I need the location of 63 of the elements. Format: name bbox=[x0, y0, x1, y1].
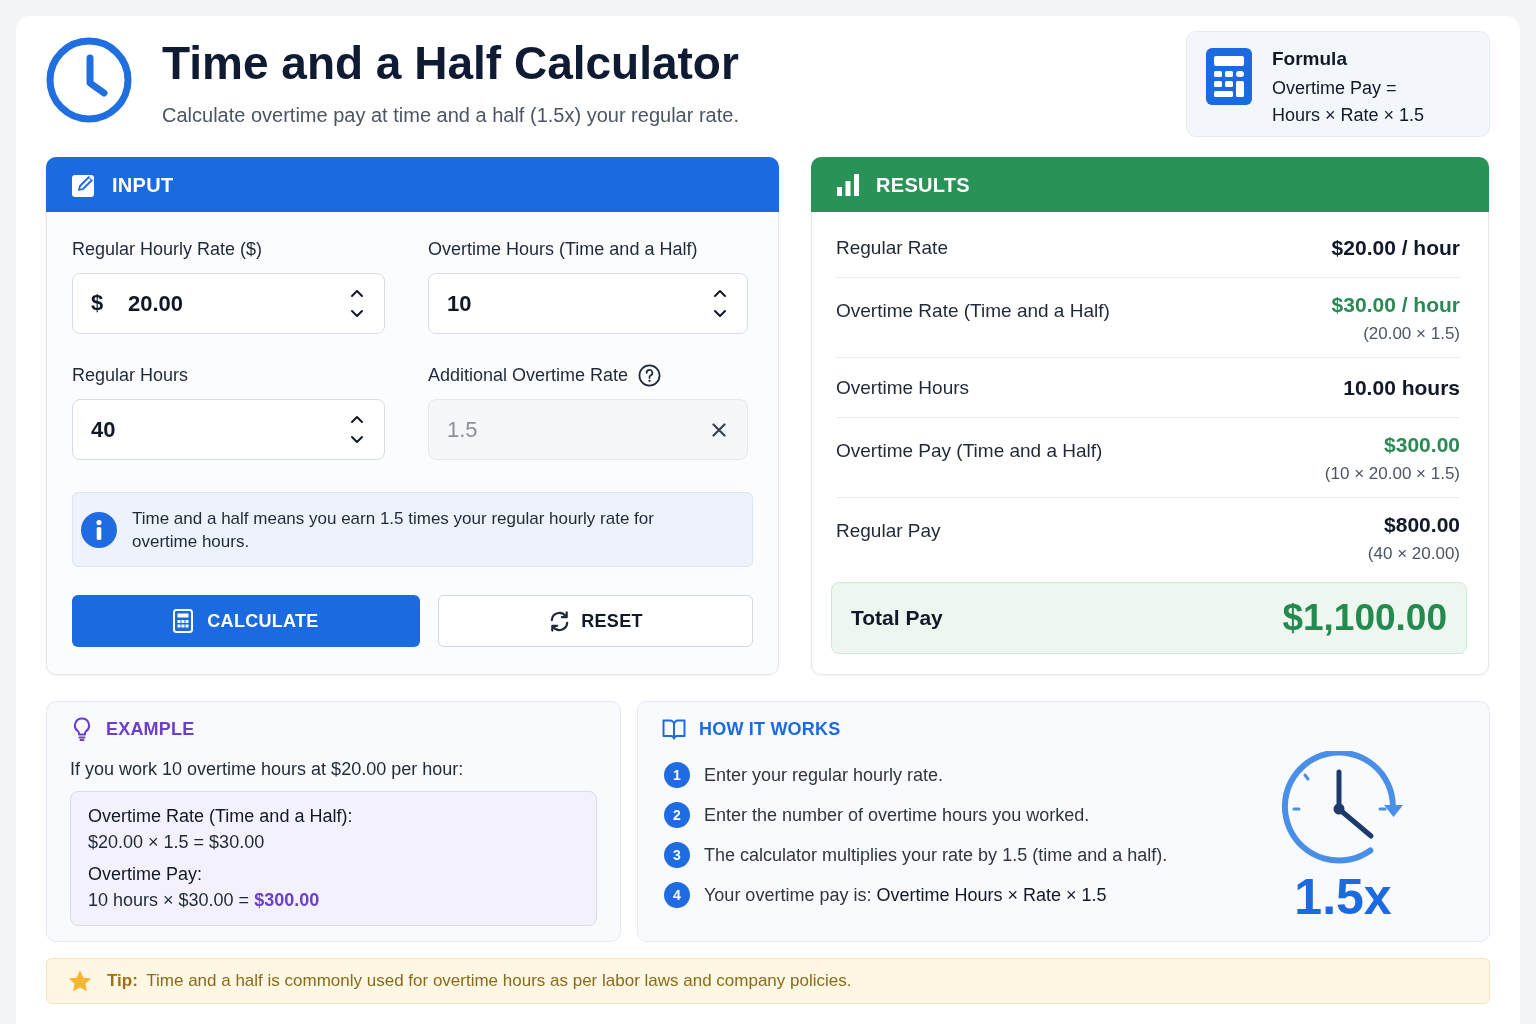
up-down-chevron-icon[interactable] bbox=[350, 413, 364, 446]
clock-arrow-icon bbox=[1281, 751, 1405, 867]
formula-title: Formula bbox=[1272, 48, 1348, 70]
calculator-icon bbox=[1206, 48, 1252, 105]
result-label: Overtime Rate (Time and a Half) bbox=[836, 299, 1110, 323]
result-value: $800.00 bbox=[1384, 512, 1460, 538]
field-label: Regular Hours bbox=[72, 364, 189, 387]
result-label: Overtime Hours bbox=[836, 375, 970, 400]
step-number: 2 bbox=[664, 802, 690, 828]
result-value: $30.00 / hour bbox=[1331, 292, 1460, 318]
multiplier-text: 1.5x bbox=[1294, 872, 1392, 922]
step-text: Enter your regular hourly rate. bbox=[704, 764, 944, 787]
step-number: 1 bbox=[664, 762, 690, 788]
step-text: Enter the number of overtime hours you worked. bbox=[704, 804, 1090, 827]
result-value: $300.00 bbox=[1384, 432, 1460, 458]
field-label: Additional Overtime Rate bbox=[428, 364, 629, 387]
result-value: $20.00 / hour bbox=[1331, 234, 1460, 261]
result-note: (20.00 × 1.5) bbox=[1363, 323, 1460, 345]
step-text: Your overtime pay is: Overtime Hours × Rate × 1.5 bbox=[704, 884, 1107, 907]
x-mark-icon[interactable] bbox=[712, 423, 726, 437]
formula-heading: Overtime Rate (Time and a Half): bbox=[88, 805, 354, 827]
total-value: $1,100.00 bbox=[1282, 596, 1447, 640]
step-number: 3 bbox=[664, 842, 690, 868]
result-note: (10 × 20.00 × 1.5) bbox=[1324, 463, 1460, 485]
formula-text: Overtime Pay = bbox=[1272, 77, 1398, 100]
section-title: HOW IT WORKS bbox=[699, 717, 841, 741]
pencil-square-icon bbox=[72, 172, 96, 197]
info-text: Time and a half means you earn 1.5 times your regular hourly rate for overtime hours. bbox=[132, 507, 655, 553]
example-intro: If you work 10 overtime hours at $20.00 per hour: bbox=[70, 758, 465, 781]
formula-line: 10 hours × $30.00 = $300.00 bbox=[88, 889, 321, 911]
up-down-chevron-icon[interactable] bbox=[350, 287, 364, 320]
panel-title: RESULTS bbox=[876, 172, 970, 198]
result-label: Regular Rate bbox=[836, 235, 948, 260]
calculate-button[interactable]: CALCULATE bbox=[72, 595, 420, 647]
total-label: Total Pay bbox=[851, 605, 943, 632]
step-number: 4 bbox=[664, 882, 690, 908]
number-input[interactable]: 40 bbox=[72, 399, 385, 460]
panel-title: INPUT bbox=[112, 172, 174, 198]
result-label: Overtime Pay (Time and a Half) bbox=[836, 439, 1103, 463]
section-title: EXAMPLE bbox=[106, 717, 195, 741]
lightbulb-icon bbox=[73, 717, 91, 741]
calculator-icon bbox=[173, 609, 194, 633]
field-label: Overtime Hours (Time and a Half) bbox=[428, 238, 698, 261]
tip-text: Tip: Time and a half is commonly used for overtime hours as per labor laws and company policies. bbox=[107, 970, 852, 993]
formula-line: $20.00 × 1.5 = $30.00 bbox=[88, 831, 266, 853]
field-label: Regular Hourly Rate ($) bbox=[72, 238, 263, 261]
clock-icon bbox=[46, 37, 132, 123]
up-down-chevron-icon[interactable] bbox=[713, 287, 727, 320]
currency-symbol: $ bbox=[91, 289, 104, 317]
formula-heading: Overtime Pay: bbox=[88, 863, 204, 885]
info-icon bbox=[81, 511, 117, 548]
star-icon bbox=[68, 969, 92, 993]
page-title: Time and a Half Calculator bbox=[162, 36, 739, 91]
book-icon bbox=[662, 718, 686, 740]
number-input[interactable]: 10 bbox=[428, 273, 748, 334]
bar-chart-icon bbox=[836, 173, 860, 196]
step-text: The calculator multiplies your rate by 1.5 (time and a half). bbox=[704, 844, 1168, 867]
result-label: Regular Pay bbox=[836, 519, 941, 543]
page-subtitle: Calculate overtime pay at time and a half (1.5x) your regular rate. bbox=[162, 103, 739, 128]
result-note: (40 × 20.00) bbox=[1367, 543, 1460, 565]
reset-button[interactable]: RESET bbox=[438, 595, 753, 647]
result-value: 10.00 hours bbox=[1343, 374, 1460, 401]
formula-text: Hours × Rate × 1.5 bbox=[1272, 104, 1425, 127]
